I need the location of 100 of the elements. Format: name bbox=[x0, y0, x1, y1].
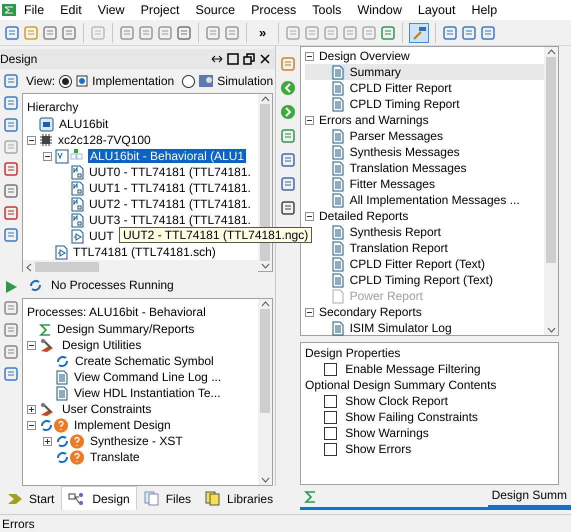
tree-item[interactable]: UUT3 - TTL74181 (TTL74181. bbox=[87, 213, 253, 227]
menu-item[interactable]: Project bbox=[132, 0, 188, 20]
collapse-icon[interactable] bbox=[305, 52, 314, 60]
editor-tab[interactable]: Design Summ bbox=[488, 485, 571, 507]
tree-item[interactable]: ALU16bit bbox=[57, 117, 110, 131]
report-group[interactable]: Detailed Reports bbox=[317, 209, 410, 223]
refresh-question-icon bbox=[55, 434, 85, 449]
scroll-down-icon[interactable] bbox=[546, 327, 556, 333]
report-item[interactable]: ISIM Simulator Log bbox=[348, 321, 454, 335]
close-icon[interactable] bbox=[259, 53, 271, 65]
document-icon bbox=[55, 370, 69, 385]
report-item[interactable]: CPLD Timing Report (Text) bbox=[348, 273, 495, 287]
back-icon[interactable] bbox=[280, 80, 296, 96]
report-group[interactable]: Secondary Reports bbox=[317, 305, 424, 319]
checkbox-label: Show Failing Constraints bbox=[345, 410, 478, 424]
report-item[interactable]: CPLD Fitter Report bbox=[348, 81, 454, 95]
restore-icon[interactable] bbox=[243, 53, 255, 65]
process-step[interactable]: Synthesize - XST bbox=[88, 434, 185, 448]
scroll-up-icon[interactable] bbox=[260, 301, 270, 308]
panel-title: Design bbox=[0, 52, 38, 66]
property-group: Design Properties bbox=[305, 346, 400, 360]
tree-item[interactable]: UUT bbox=[87, 229, 116, 243]
scroll-down-icon[interactable] bbox=[260, 477, 270, 483]
checkbox[interactable] bbox=[324, 426, 338, 440]
refresh-question-icon bbox=[39, 418, 69, 433]
report-item[interactable]: All Implementation Messages ... bbox=[348, 193, 522, 207]
collapse-icon[interactable] bbox=[305, 116, 314, 124]
checkbox[interactable] bbox=[324, 410, 338, 424]
collapse-icon[interactable] bbox=[27, 136, 36, 144]
schematic-file-icon bbox=[71, 228, 84, 244]
checkbox-label: Show Clock Report bbox=[345, 394, 448, 408]
report-item[interactable]: Translation Messages bbox=[348, 161, 469, 175]
process-step[interactable]: Implement Design bbox=[72, 418, 173, 432]
menu-item[interactable]: Window bbox=[349, 0, 410, 20]
scrollbar-thumb[interactable] bbox=[546, 57, 556, 264]
chip-icon bbox=[39, 133, 53, 147]
process-step[interactable]: Design Utilities bbox=[60, 338, 144, 352]
checkbox[interactable] bbox=[324, 442, 338, 456]
play-icon[interactable] bbox=[4, 280, 18, 294]
tree-item[interactable]: UUT2 - TTL74181 (TTL74181. bbox=[87, 197, 253, 211]
processes-title: Processes: ALU16bit - Behavioral bbox=[27, 304, 207, 322]
report-group[interactable]: Errors and Warnings bbox=[317, 113, 431, 127]
scroll-up-icon[interactable] bbox=[260, 96, 270, 102]
menu-item[interactable]: Tools bbox=[304, 0, 350, 20]
report-group[interactable]: Design Overview bbox=[317, 49, 412, 63]
collapse-icon[interactable] bbox=[27, 340, 36, 350]
tree-item[interactable]: TTL74181 (TTL74181.sch) bbox=[71, 245, 218, 259]
sigma-icon bbox=[39, 322, 52, 336]
menu-item[interactable]: Help bbox=[463, 0, 506, 20]
report-item[interactable]: Synthesis Messages bbox=[348, 145, 462, 159]
radio-label: Implementation bbox=[92, 74, 174, 88]
process-step[interactable]: View HDL Instantiation Te... bbox=[72, 386, 223, 400]
hammer-button[interactable] bbox=[409, 22, 430, 42]
toolbar-overflow[interactable]: » bbox=[253, 25, 272, 40]
report-item[interactable]: CPLD Timing Report bbox=[348, 97, 462, 111]
menu-item[interactable]: File bbox=[16, 0, 52, 20]
process-step[interactable]: Translate bbox=[88, 450, 142, 464]
scrollbar-thumb[interactable] bbox=[35, 262, 99, 272]
netlist-file-icon bbox=[71, 164, 84, 180]
maximize-icon[interactable] bbox=[227, 53, 239, 65]
process-step[interactable]: View Command Line Log ... bbox=[72, 370, 224, 384]
library-icon bbox=[205, 491, 222, 506]
report-item[interactable]: Fitter Messages bbox=[348, 177, 437, 191]
resize-icon[interactable] bbox=[211, 53, 223, 65]
scroll-down-icon[interactable] bbox=[260, 263, 270, 270]
checkbox[interactable] bbox=[324, 362, 338, 376]
radio-button[interactable] bbox=[59, 74, 72, 88]
scroll-up-icon[interactable] bbox=[546, 49, 556, 55]
menu-item[interactable]: Edit bbox=[52, 0, 90, 20]
forward-icon[interactable] bbox=[280, 104, 296, 120]
collapse-icon[interactable] bbox=[43, 152, 52, 160]
report-item[interactable]: Parser Messages bbox=[348, 129, 445, 143]
process-status: No Processes Running bbox=[51, 278, 174, 292]
report-item[interactable]: Translation Report bbox=[348, 241, 450, 255]
menu-item[interactable]: Source bbox=[187, 0, 244, 20]
process-step[interactable]: User Constraints bbox=[60, 402, 154, 416]
collapse-icon[interactable] bbox=[27, 420, 36, 430]
collapse-icon[interactable] bbox=[305, 308, 314, 316]
collapse-icon[interactable] bbox=[305, 212, 314, 220]
report-item[interactable]: CPLD Fitter Report (Text) bbox=[348, 257, 487, 271]
tree-item[interactable]: ALU16bit - Behavioral (ALU1 bbox=[88, 149, 246, 163]
radio-button[interactable] bbox=[182, 74, 196, 88]
tree-item[interactable]: UUT0 - TTL74181 (TTL74181. bbox=[87, 165, 253, 179]
process-step[interactable]: Design Summary/Reports bbox=[55, 322, 196, 336]
menu-item[interactable]: Layout bbox=[410, 0, 464, 20]
chip-icon bbox=[75, 74, 90, 88]
checkbox[interactable] bbox=[324, 394, 338, 408]
report-item[interactable]: Synthesis Report bbox=[348, 225, 443, 239]
netlist-file-icon bbox=[71, 180, 84, 196]
process-step[interactable]: Create Schematic Symbol bbox=[73, 354, 216, 368]
panel-tab[interactable]: Design bbox=[61, 486, 137, 510]
status-text: Errors bbox=[2, 516, 35, 530]
tree-item[interactable]: xc2c128-7VQ100 bbox=[56, 133, 153, 147]
menu-item[interactable]: Process bbox=[243, 0, 304, 20]
property-group: Optional Design Summary Contents bbox=[305, 378, 496, 392]
tree-item[interactable]: UUT1 - TTL74181 (TTL74181. bbox=[87, 181, 253, 195]
scrollbar-thumb[interactable] bbox=[260, 309, 270, 413]
expand-icon[interactable] bbox=[27, 404, 36, 414]
menu-item[interactable]: View bbox=[90, 0, 133, 20]
expand-icon[interactable] bbox=[43, 436, 52, 446]
